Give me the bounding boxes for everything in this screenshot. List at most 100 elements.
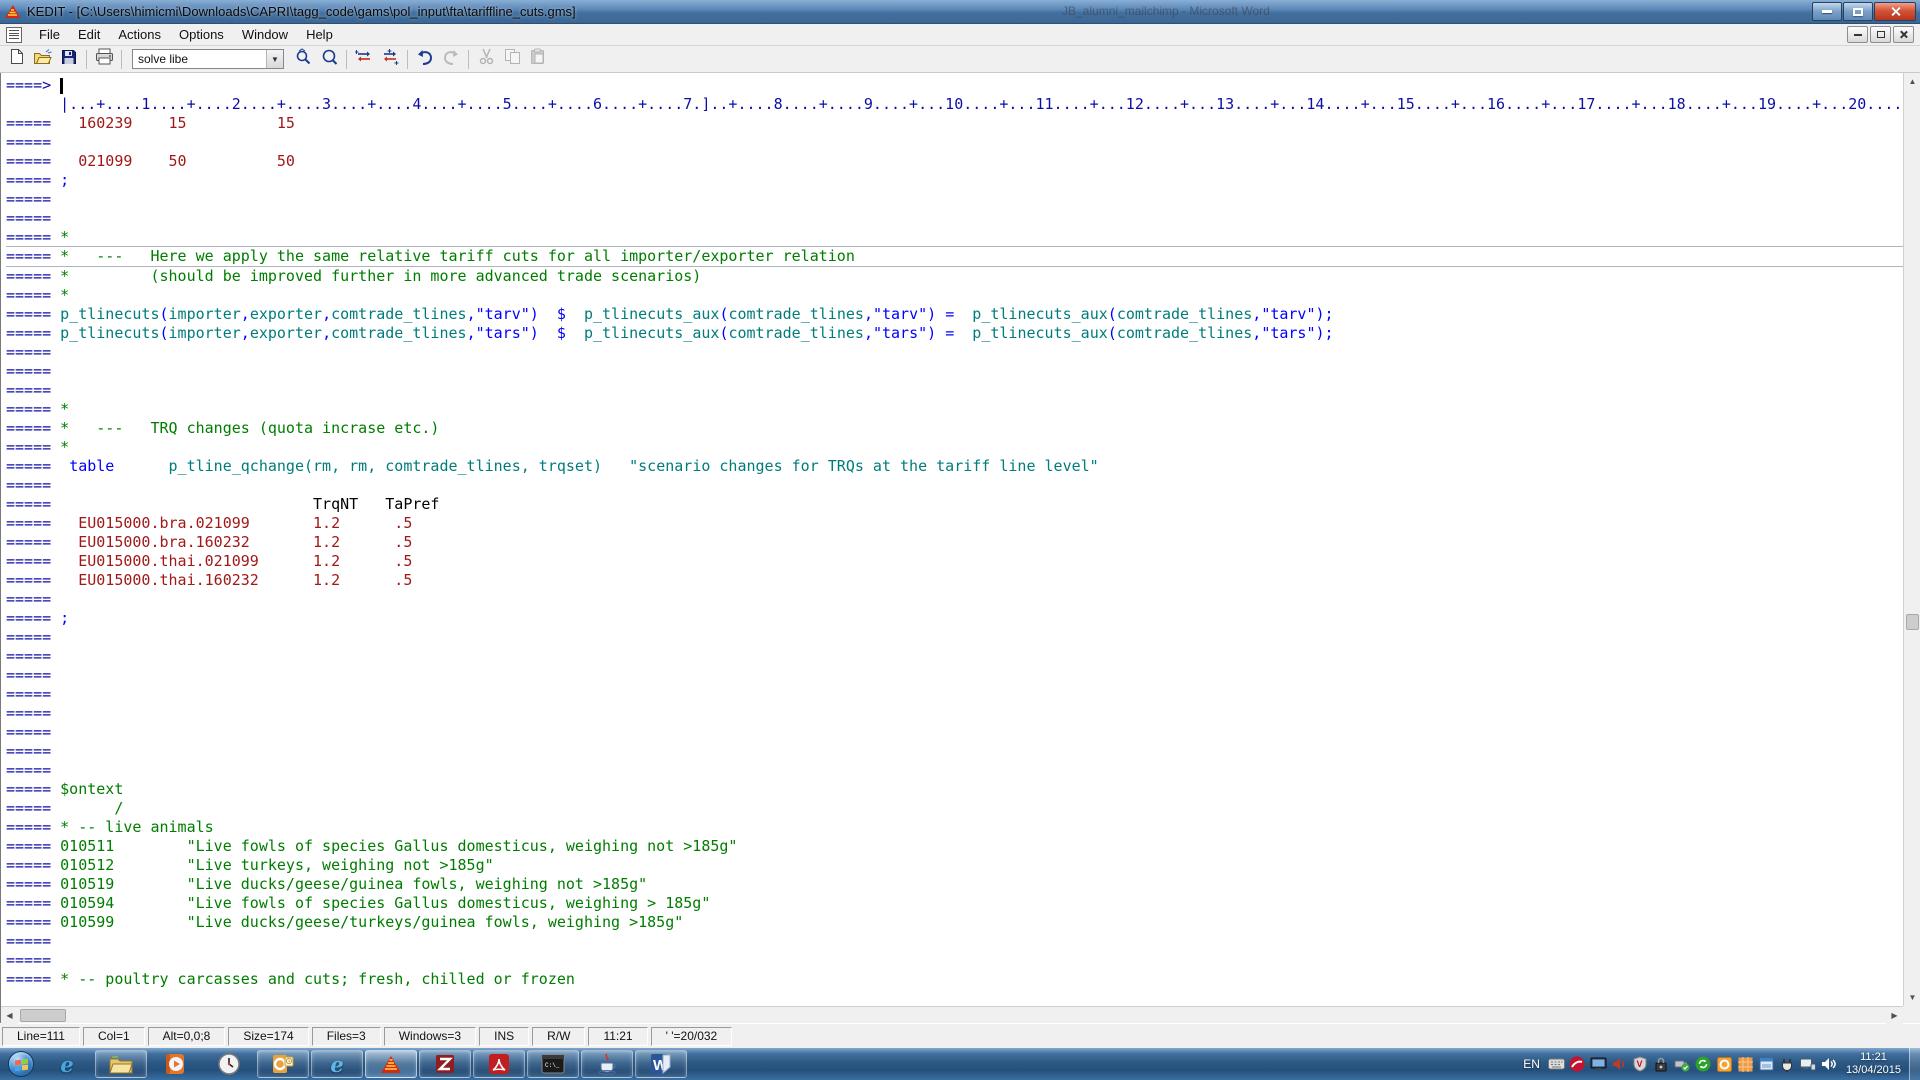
taskbar-app-java[interactable]	[581, 1050, 633, 1078]
editor-line[interactable]: =====	[6, 704, 1903, 723]
scroll-left-icon[interactable]: ◀	[1, 1007, 18, 1024]
editor-line[interactable]: ===== * (should be improved further in m…	[6, 267, 1903, 286]
outlook-tray-icon[interactable]	[1714, 1048, 1735, 1080]
menu-window[interactable]: Window	[233, 25, 297, 44]
network-display-icon[interactable]	[1798, 1048, 1819, 1080]
editor-line[interactable]: ===== 010511 "Live fowls of species Gall…	[6, 837, 1903, 856]
redo-button[interactable]	[438, 48, 464, 71]
change-button[interactable]	[351, 48, 377, 71]
editor-line[interactable]: ===== /	[6, 799, 1903, 818]
close-button[interactable]	[1874, 2, 1916, 21]
start-button[interactable]	[2, 1049, 40, 1079]
scroll-up-icon[interactable]: ▲	[1904, 73, 1920, 90]
vertical-scroll-thumb[interactable]	[1906, 614, 1919, 630]
editor-line[interactable]: ===== *	[6, 286, 1903, 305]
taskbar-app-internet-explorer-window[interactable]: e	[311, 1050, 363, 1078]
sync-green-icon[interactable]	[1693, 1048, 1714, 1080]
taskbar-app-outlook[interactable]	[257, 1050, 309, 1078]
taskbar-app-command-prompt[interactable]: C:\_	[527, 1050, 579, 1078]
taskbar-app-word[interactable]: W	[635, 1050, 687, 1078]
editor-line[interactable]: ===== 010599 "Live ducks/geese/turkeys/g…	[6, 913, 1903, 932]
editor-line[interactable]: ===== table p_tline_qchange(rm, rm, comt…	[6, 457, 1903, 476]
chevron-down-icon[interactable]: ▼	[266, 50, 283, 68]
editor-line[interactable]: ===== 021099 50 50	[6, 152, 1903, 171]
maximize-button[interactable]	[1843, 2, 1873, 21]
taskbar-app-zotero[interactable]	[419, 1050, 471, 1078]
find-button[interactable]	[290, 48, 316, 71]
change-all-button[interactable]	[377, 48, 403, 71]
taskbar-app-windows-explorer[interactable]	[95, 1050, 147, 1078]
document-system-icon[interactable]	[6, 27, 22, 43]
menu-options[interactable]: Options	[170, 25, 233, 44]
save-button[interactable]	[56, 48, 82, 71]
editor-line[interactable]: ===== p_tlinecuts(importer,exporter,comt…	[6, 324, 1903, 343]
editor-line[interactable]: =====	[6, 723, 1903, 742]
language-indicator[interactable]: EN	[1523, 1057, 1540, 1071]
cut-button[interactable]	[473, 48, 499, 71]
editor-line[interactable]: ===== 010594 "Live fowls of species Gall…	[6, 894, 1903, 913]
show-desktop-button[interactable]	[1909, 1048, 1920, 1080]
editor-line[interactable]: =====	[6, 381, 1903, 400]
volume-icon[interactable]	[1819, 1048, 1840, 1080]
text-editor[interactable]: ====> |...+....1....+....2....+....3....…	[1, 73, 1903, 1006]
menu-edit[interactable]: Edit	[69, 25, 109, 44]
editor-line[interactable]: =====	[6, 590, 1903, 609]
editor-line[interactable]: =====	[6, 932, 1903, 951]
speaker-red-icon[interactable]	[1609, 1048, 1630, 1080]
taskbar-app-media-player[interactable]	[149, 1050, 201, 1078]
editor-line[interactable]: ===== $ontext	[6, 780, 1903, 799]
taskbar-app-adobe-reader[interactable]	[473, 1050, 525, 1078]
editor-line[interactable]: ===== ;	[6, 609, 1903, 628]
scroll-right-icon[interactable]: ▶	[1886, 1007, 1903, 1024]
menu-file[interactable]: File	[30, 25, 69, 44]
horizontal-scrollbar[interactable]: ◀ ▶	[1, 1006, 1903, 1023]
editor-line[interactable]: ===== *	[6, 228, 1903, 247]
editor-line[interactable]: ===== EU015000.bra.160232 1.2 .5	[6, 533, 1903, 552]
power-plug-icon[interactable]	[1777, 1048, 1798, 1080]
v-shield-icon[interactable]: V	[1630, 1048, 1651, 1080]
taskbar-clock[interactable]: 11:21 13/04/2015	[1846, 1051, 1901, 1077]
command-line[interactable]: ====>	[6, 76, 1903, 95]
editor-line[interactable]: =====	[6, 647, 1903, 666]
undo-button[interactable]	[412, 48, 438, 71]
child-restore-button[interactable]	[1870, 26, 1891, 43]
menu-help[interactable]: Help	[297, 25, 342, 44]
editor-line[interactable]: |...+....1....+....2....+....3....+....4…	[6, 95, 1903, 114]
editor-line[interactable]: =====	[6, 190, 1903, 209]
taskbar-app-clock-app[interactable]	[203, 1050, 255, 1078]
editor-line[interactable]: ===== * --- TRQ changes (quota incrase e…	[6, 419, 1903, 438]
menu-actions[interactable]: Actions	[109, 25, 170, 44]
window-blue-icon[interactable]	[1756, 1048, 1777, 1080]
display-icon[interactable]	[1588, 1048, 1609, 1080]
editor-line[interactable]: ===== 010512 "Live turkeys, weighing not…	[6, 856, 1903, 875]
editor-line[interactable]: ===== TrqNT TaPref	[6, 495, 1903, 514]
editor-line[interactable]: ===== EU015000.thai.160232 1.2 .5	[6, 571, 1903, 590]
minimize-button[interactable]	[1812, 2, 1842, 21]
editor-line[interactable]: ===== EU015000.thai.021099 1.2 .5	[6, 552, 1903, 571]
editor-line[interactable]: ===== * --- Here we apply the same relat…	[6, 246, 1903, 267]
editor-line[interactable]: =====	[6, 343, 1903, 362]
vertical-scrollbar[interactable]: ▲ ▼	[1903, 73, 1920, 1006]
taskbar-app-kedit[interactable]	[365, 1050, 417, 1078]
editor-line[interactable]: ===== *	[6, 400, 1903, 419]
child-close-button[interactable]	[1893, 26, 1914, 43]
editor-line[interactable]: ===== * -- live animals	[6, 818, 1903, 837]
editor-line[interactable]: =====	[6, 761, 1903, 780]
editor-line[interactable]: =====	[6, 209, 1903, 228]
editor-line[interactable]: ===== EU015000.bra.021099 1.2 .5	[6, 514, 1903, 533]
find-next-button[interactable]	[316, 48, 342, 71]
print-button[interactable]	[91, 48, 117, 71]
editor-line[interactable]: ===== 010519 "Live ducks/geese/guinea fo…	[6, 875, 1903, 894]
editor-line[interactable]: ===== p_tlinecuts(importer,exporter,comt…	[6, 305, 1903, 324]
open-button[interactable]	[30, 48, 56, 71]
title-bar[interactable]: KEDIT - [C:\Users\himicmi\Downloads\CAPR…	[0, 0, 1920, 24]
editor-line[interactable]: =====	[6, 742, 1903, 761]
editor-line[interactable]: =====	[6, 628, 1903, 647]
new-button[interactable]	[4, 48, 30, 71]
lock-icon[interactable]	[1651, 1048, 1672, 1080]
scroll-down-icon[interactable]: ▼	[1904, 989, 1920, 1006]
horizontal-scroll-thumb[interactable]	[20, 1009, 66, 1022]
antivirus-red-icon[interactable]	[1567, 1048, 1588, 1080]
editor-line[interactable]: =====	[6, 685, 1903, 704]
editor-line[interactable]: =====	[6, 951, 1903, 970]
